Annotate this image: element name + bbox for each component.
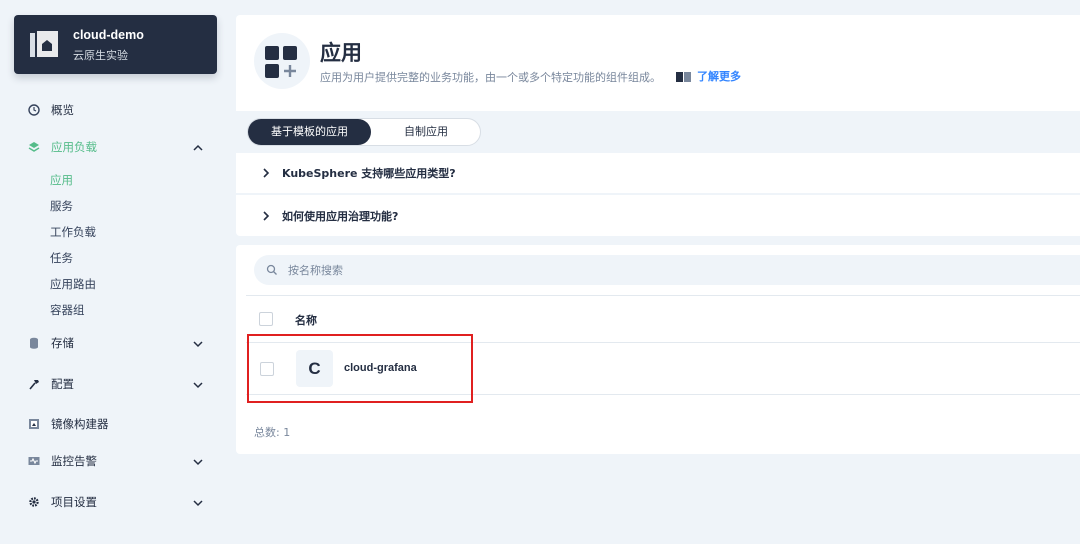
sidebar-item-workloads-list[interactable]: 工作负载 (50, 224, 96, 240)
sidebar-item-pods[interactable]: 容器组 (50, 302, 85, 318)
sidebar-item-label: 概览 (51, 103, 74, 117)
select-all-checkbox[interactable] (259, 312, 273, 326)
gear-icon (29, 497, 39, 507)
sidebar-item-services[interactable]: 服务 (50, 198, 73, 214)
sidebar-item-overview[interactable]: 概览 (28, 102, 74, 118)
sidebar-item-routes[interactable]: 应用路由 (50, 276, 96, 292)
sidebar-item-label: 存储 (51, 336, 74, 350)
sidebar-item-apps[interactable]: 应用 (50, 172, 73, 188)
project-card[interactable]: cloud-demo 云原生实验 (14, 15, 217, 74)
page-description: 应用为用户提供完整的业务功能，由一个或多个特定功能的组件组成。 (320, 71, 661, 84)
chevron-down-icon[interactable] (192, 456, 204, 468)
sidebar-item-settings[interactable]: 项目设置 (28, 494, 97, 510)
faq-label: KubeSphere 支持哪些应用类型? (282, 167, 456, 180)
chevron-down-icon[interactable] (192, 379, 204, 391)
project-icon (30, 31, 58, 57)
app-type-tabs: 基于模板的应用 自制应用 (247, 118, 481, 146)
database-icon (30, 337, 38, 349)
sidebar-item-monitoring[interactable]: 监控告警 (28, 453, 97, 469)
layers-icon (28, 142, 40, 152)
chevron-right-icon (263, 210, 270, 221)
sidebar-item-jobs[interactable]: 任务 (50, 250, 73, 266)
search-icon (266, 264, 277, 275)
sidebar-item-image-builder[interactable]: 镜像构建器 (28, 416, 109, 432)
tabs-area: 基于模板的应用 自制应用 (236, 111, 1080, 153)
sidebar-item-label: 应用负载 (51, 140, 97, 154)
monitor-icon (28, 457, 40, 465)
faq-item[interactable]: KubeSphere 支持哪些应用类型? (236, 153, 1080, 194)
highlight-box (247, 334, 473, 403)
project-name: cloud-demo (73, 28, 144, 42)
sidebar-item-workloads[interactable]: 应用负载 (28, 139, 97, 155)
page-title: 应用 (320, 41, 362, 65)
sidebar-item-storage[interactable]: 存储 (28, 335, 74, 351)
chevron-down-icon[interactable] (192, 497, 204, 509)
image-builder-icon (29, 419, 39, 429)
chevron-down-icon[interactable] (192, 338, 204, 350)
project-subtitle: 云原生实验 (73, 49, 128, 62)
faq-label: 如何使用应用治理功能? (282, 209, 399, 223)
book-icon (676, 71, 691, 82)
search-bar[interactable] (254, 255, 1080, 285)
tab-custom-apps[interactable]: 自制应用 (371, 119, 481, 145)
column-header-name: 名称 (295, 314, 317, 327)
sidebar-item-label: 监控告警 (51, 454, 97, 468)
sidebar-item-config[interactable]: 配置 (28, 376, 74, 392)
page-header: 应用 应用为用户提供完整的业务功能，由一个或多个特定功能的组件组成。 了解更多 (236, 15, 1080, 111)
learn-more-link[interactable]: 了解更多 (676, 68, 741, 84)
sidebar-item-label: 镜像构建器 (51, 417, 109, 431)
learn-more-label: 了解更多 (697, 70, 741, 83)
total-count: 总数: 1 (254, 426, 291, 439)
search-input[interactable] (288, 263, 888, 277)
tab-template-apps[interactable]: 基于模板的应用 (248, 119, 371, 145)
chevron-right-icon (263, 168, 270, 178)
app-grid-icon (254, 33, 310, 89)
sidebar-item-label: 项目设置 (51, 495, 97, 509)
dashboard-icon (28, 104, 40, 116)
sidebar-item-label: 配置 (51, 377, 74, 391)
hammer-icon (29, 380, 39, 390)
chevron-up-icon[interactable] (192, 142, 204, 154)
faq-item[interactable]: 如何使用应用治理功能? (236, 195, 1080, 236)
